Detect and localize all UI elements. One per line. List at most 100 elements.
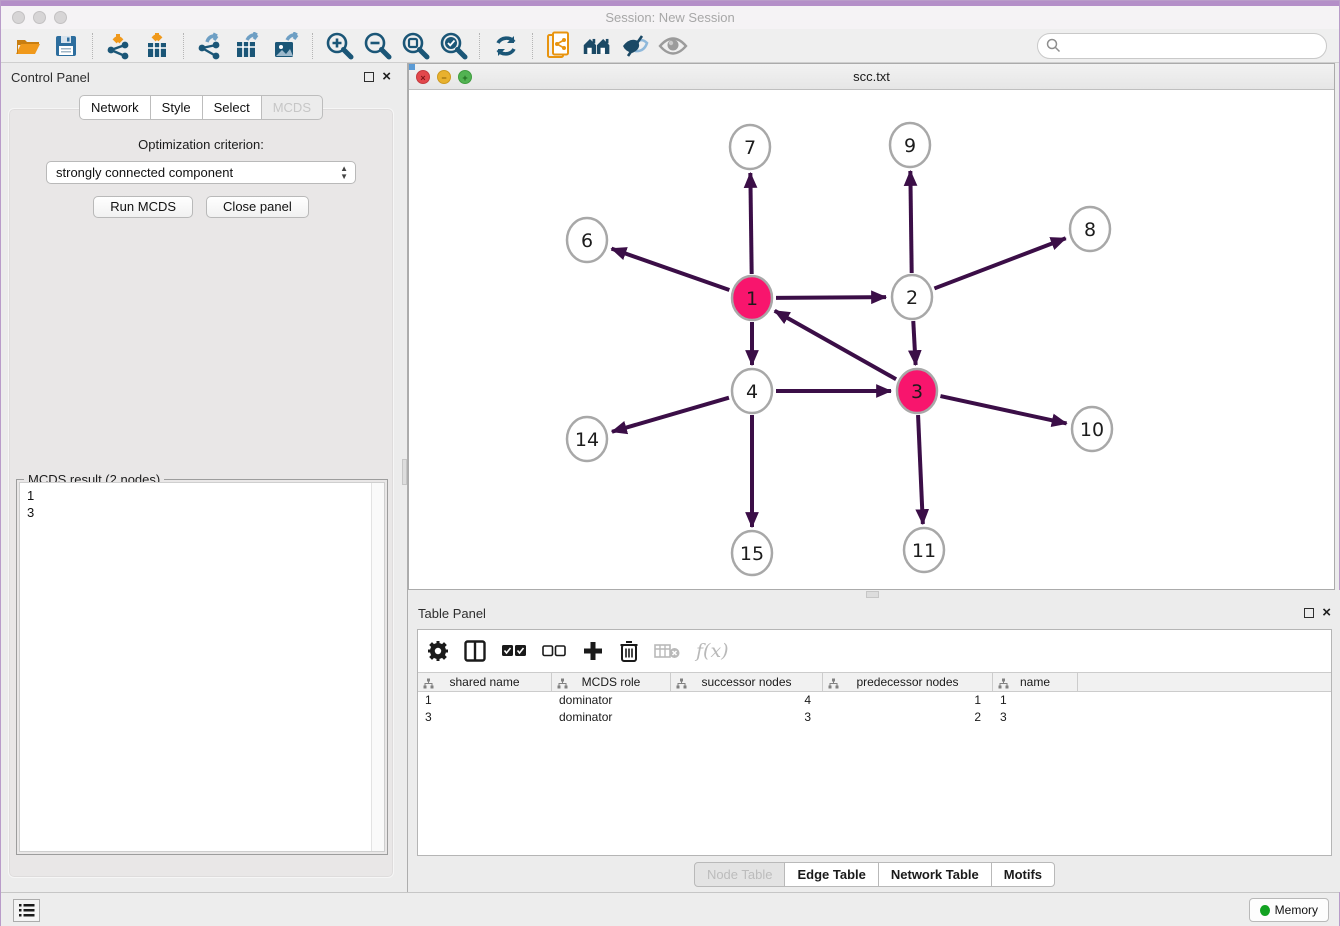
tab-network-table[interactable]: Network Table <box>878 862 992 887</box>
network-window-titlebar[interactable]: × − + scc.txt <box>409 64 1334 90</box>
table-cell[interactable]: 1 <box>993 692 1078 709</box>
edge-2-3[interactable] <box>913 321 915 365</box>
node-15[interactable]: 15 <box>732 531 772 575</box>
show-graphics-details-button[interactable] <box>658 31 688 61</box>
import-network-icon <box>105 32 133 60</box>
horizontal-splitter[interactable] <box>408 590 1340 599</box>
export-image-button[interactable] <box>271 31 301 61</box>
mcds-result-scrollbar[interactable] <box>371 483 384 851</box>
table-cell[interactable]: 3 <box>993 709 1078 726</box>
tab-network[interactable]: Network <box>79 95 151 120</box>
splitter-handle[interactable] <box>866 591 879 598</box>
search-input[interactable] <box>1061 36 1326 56</box>
import-table-button[interactable] <box>142 31 172 61</box>
close-panel-button[interactable]: Close panel <box>206 196 309 218</box>
delete-row-button[interactable] <box>620 637 638 665</box>
table-row[interactable]: 1dominator411 <box>418 692 1331 709</box>
edge-1-6[interactable] <box>612 249 730 290</box>
edge-1-2[interactable] <box>776 297 886 298</box>
right-workspace: × − + scc.txt 1234678910111415 Table Pan… <box>408 63 1340 892</box>
vertical-splitter[interactable] <box>401 63 408 892</box>
table-cell[interactable]: 2 <box>823 709 993 726</box>
select-all-columns-button[interactable] <box>502 637 526 665</box>
node-11[interactable]: 11 <box>904 528 944 572</box>
show-panels-button[interactable] <box>13 899 40 922</box>
zoom-fit-button[interactable] <box>400 31 430 61</box>
tab-style[interactable]: Style <box>150 95 203 120</box>
mcds-result-textarea[interactable]: 13 <box>19 482 385 852</box>
export-network-button[interactable] <box>195 31 225 61</box>
memory-button[interactable]: Memory <box>1249 898 1329 922</box>
close-panel-icon[interactable]: × <box>1322 608 1331 618</box>
node-10[interactable]: 10 <box>1072 407 1112 451</box>
column-header-successor-nodes[interactable]: successor nodes <box>671 673 823 691</box>
trash-icon <box>620 640 638 662</box>
function-builder-button[interactable]: f(x) <box>696 637 729 665</box>
close-panel-icon[interactable]: × <box>382 72 391 82</box>
import-network-button[interactable] <box>104 31 134 61</box>
zoom-selected-button[interactable] <box>438 31 468 61</box>
table-row[interactable]: 3dominator323 <box>418 709 1331 726</box>
node-9[interactable]: 9 <box>890 123 930 167</box>
node-6[interactable]: 6 <box>567 218 607 262</box>
edge-2-9[interactable] <box>910 171 911 273</box>
edge-3-10[interactable] <box>940 396 1066 423</box>
node-3[interactable]: 3 <box>897 369 937 413</box>
add-row-button[interactable] <box>582 637 604 665</box>
network-graph[interactable]: 1 2 3 4 6 7 8 9 10 11 14 15 <box>409 90 1334 589</box>
node-7[interactable]: 7 <box>730 125 770 169</box>
splitter-handle[interactable] <box>402 459 407 485</box>
node-8[interactable]: 8 <box>1070 207 1110 251</box>
new-network-from-file-button[interactable] <box>544 31 574 61</box>
delete-table-button[interactable] <box>654 637 680 665</box>
toggle-panel-layout-button[interactable] <box>464 637 486 665</box>
node-4[interactable]: 4 <box>732 369 772 413</box>
edge-3-1[interactable] <box>775 311 896 379</box>
node-14[interactable]: 14 <box>567 417 607 461</box>
column-header-predecessor-nodes[interactable]: predecessor nodes <box>823 673 993 691</box>
hide-graphics-details-button[interactable] <box>620 31 650 61</box>
tab-node-table[interactable]: Node Table <box>694 862 786 887</box>
tab-motifs[interactable]: Motifs <box>991 862 1055 887</box>
edge-2-8[interactable] <box>934 238 1065 288</box>
tab-mcds[interactable]: MCDS <box>261 95 323 120</box>
open-session-button[interactable] <box>13 31 43 61</box>
node-2[interactable]: 2 <box>892 275 932 319</box>
edge-1-7[interactable] <box>750 173 751 274</box>
edge-3-11[interactable] <box>918 415 923 524</box>
edge-4-14[interactable] <box>612 398 729 432</box>
import-table-icon <box>143 32 171 60</box>
table-cell[interactable]: 3 <box>418 709 552 726</box>
column-header-shared-name[interactable]: shared name <box>418 673 552 691</box>
deselect-all-columns-button[interactable] <box>542 637 566 665</box>
export-network-icon <box>195 32 225 60</box>
table-cell[interactable]: 1 <box>418 692 552 709</box>
column-header-MCDS-role[interactable]: MCDS role <box>552 673 671 691</box>
save-session-button[interactable] <box>51 31 81 61</box>
table-cell[interactable]: dominator <box>552 692 671 709</box>
zoom-fit-icon <box>400 31 430 61</box>
column-header-name[interactable]: name <box>993 673 1078 691</box>
node-label: 2 <box>906 287 918 309</box>
float-panel-icon[interactable] <box>364 72 374 82</box>
optimization-criterion-dropdown[interactable]: strongly connected component ▲▼ <box>46 161 356 184</box>
table-cell[interactable]: 3 <box>671 709 823 726</box>
network-canvas[interactable]: 1 2 3 4 6 7 8 9 10 11 14 15 <box>409 90 1334 589</box>
table-settings-button[interactable] <box>428 637 448 665</box>
zoom-in-button[interactable] <box>324 31 354 61</box>
zoom-out-button[interactable] <box>362 31 392 61</box>
float-panel-icon[interactable] <box>1304 608 1314 618</box>
column-type-icon <box>998 678 1009 689</box>
table-cell[interactable]: 4 <box>671 692 823 709</box>
search-field[interactable] <box>1037 33 1327 59</box>
tab-edge-table[interactable]: Edge Table <box>784 862 878 887</box>
export-table-button[interactable] <box>233 31 263 61</box>
tab-select[interactable]: Select <box>202 95 262 120</box>
run-mcds-button[interactable]: Run MCDS <box>93 196 193 218</box>
apply-preferred-layout-button[interactable] <box>582 31 612 61</box>
refresh-network-view-button[interactable] <box>491 31 521 61</box>
table-cell[interactable]: 1 <box>823 692 993 709</box>
node-1[interactable]: 1 <box>732 276 772 320</box>
dropdown-arrows-icon: ▲▼ <box>340 165 348 181</box>
table-cell[interactable]: dominator <box>552 709 671 726</box>
